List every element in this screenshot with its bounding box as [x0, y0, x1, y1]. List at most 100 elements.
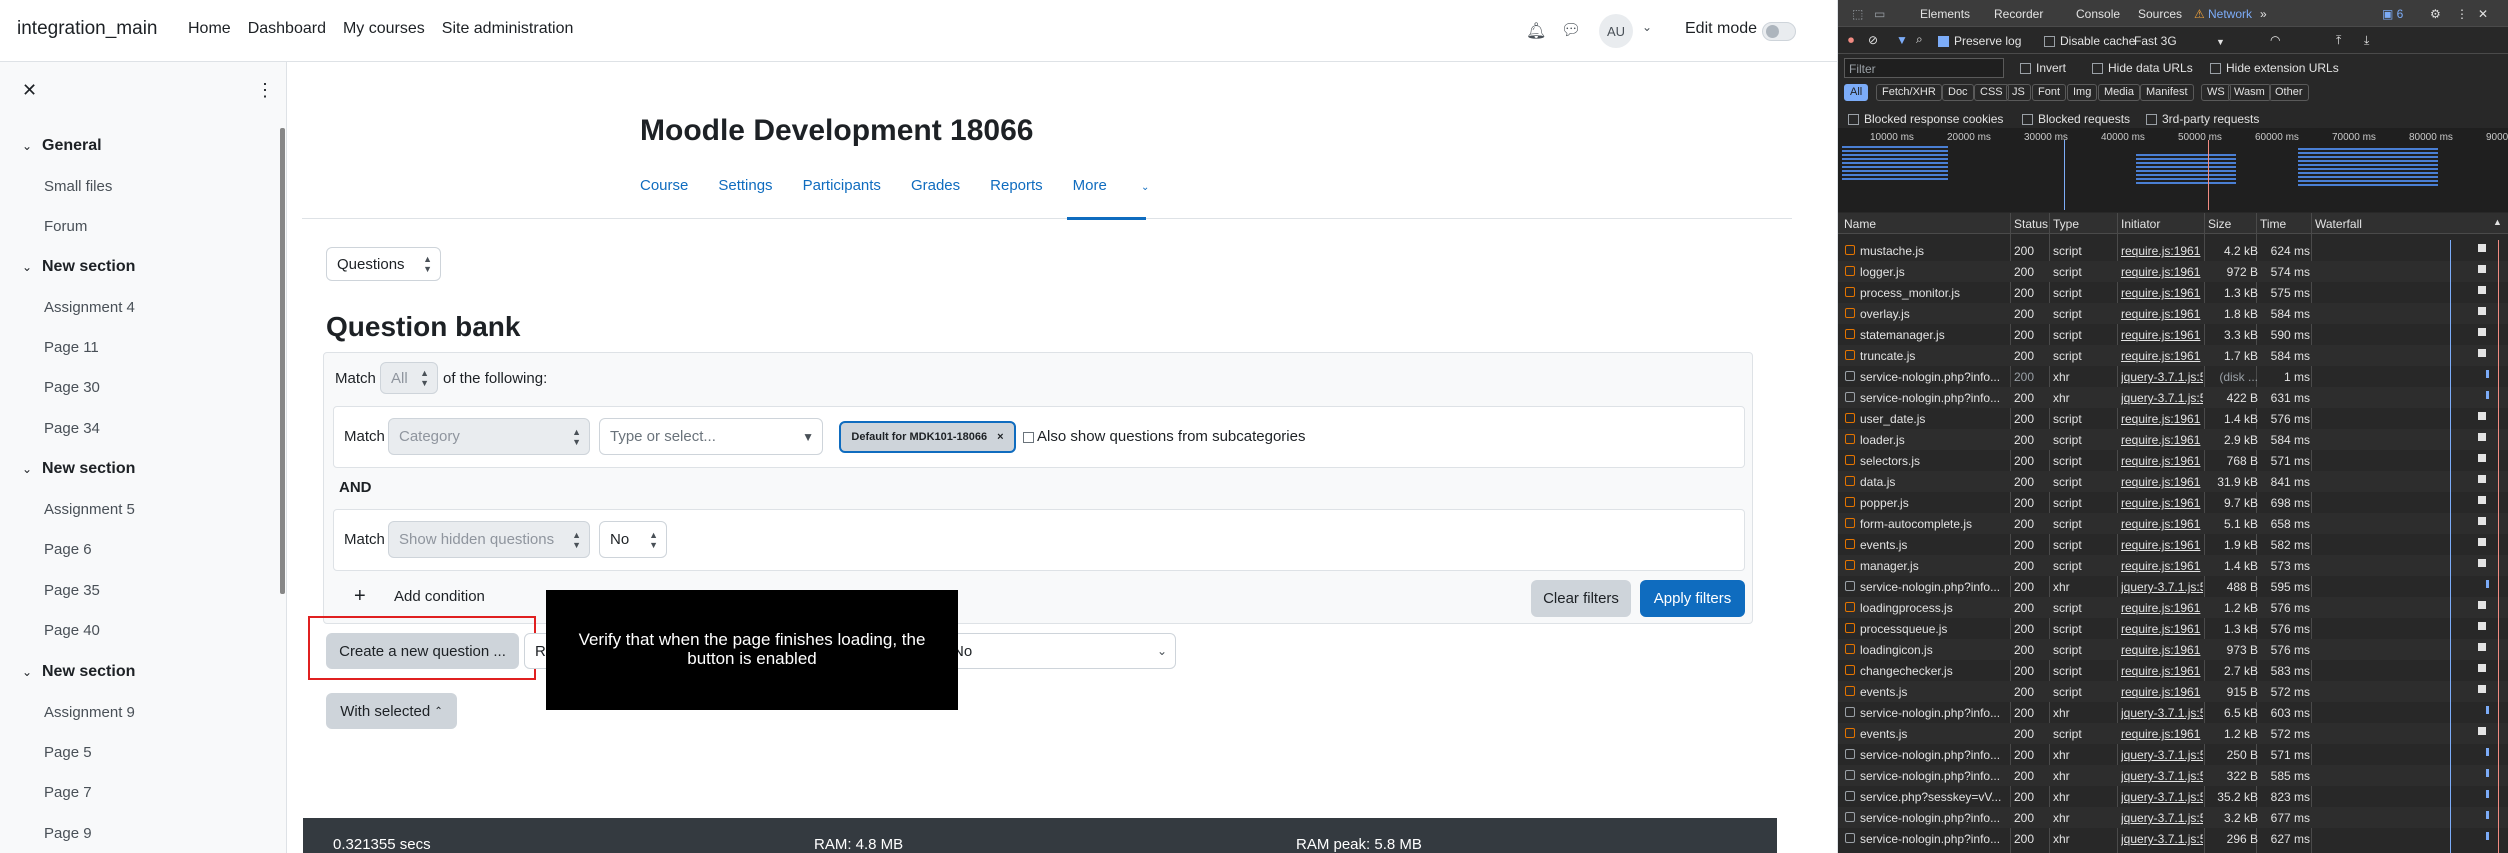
- wifi-icon[interactable]: ◠: [2270, 33, 2280, 47]
- plus-icon[interactable]: +: [354, 585, 366, 608]
- network-request-row[interactable]: mustache.js 200 script require.js:1961 4.2 k…: [1838, 240, 2508, 261]
- request-initiator[interactable]: require.js:1961: [2121, 664, 2203, 678]
- drawer-item[interactable]: Page 30: [44, 379, 100, 396]
- network-request-row[interactable]: events.js 200 script require.js:1961 1.9 kB 5…: [1838, 534, 2508, 555]
- request-initiator[interactable]: jquery-3.7.1.js:5: [2121, 580, 2203, 594]
- hidden-value-select[interactable]: No ▲ ▼: [599, 521, 667, 558]
- inspect-icon[interactable]: ⬚: [1852, 7, 1863, 21]
- type-filter-manifest[interactable]: Manifest: [2140, 84, 2194, 101]
- request-initiator[interactable]: require.js:1961: [2121, 727, 2203, 741]
- network-request-row[interactable]: popper.js 200 script require.js:1961 9.7 kB 6…: [1838, 492, 2508, 513]
- col-name[interactable]: Name: [1844, 217, 1876, 231]
- type-filter-font[interactable]: Font: [2032, 84, 2067, 101]
- with-selected-button[interactable]: With selected ⌃: [326, 693, 457, 729]
- apply-filters-button[interactable]: Apply filters: [1640, 580, 1745, 617]
- hidden-questions-select[interactable]: Show hidden questions ▲ ▼: [388, 521, 590, 558]
- drawer-item[interactable]: Page 35: [44, 582, 100, 599]
- request-initiator[interactable]: require.js:1961: [2121, 643, 2203, 657]
- network-request-row[interactable]: events.js 200 script require.js:1961 1.2 kB 5…: [1838, 723, 2508, 744]
- network-request-row[interactable]: form-autocomplete.js 200 script require.js:…: [1838, 513, 2508, 534]
- tab-more[interactable]: More ⌄: [1073, 177, 1180, 194]
- nav-my-courses[interactable]: My courses: [343, 20, 425, 38]
- invert-checkbox[interactable]: Invert: [2020, 61, 2066, 75]
- request-initiator[interactable]: require.js:1961: [2121, 622, 2203, 636]
- chevron-down-icon[interactable]: ⌄: [1642, 20, 1652, 34]
- tab-participants[interactable]: Participants: [803, 177, 881, 194]
- type-filter-media[interactable]: Media: [2098, 84, 2140, 101]
- tab-reports[interactable]: Reports: [990, 177, 1043, 194]
- network-request-row[interactable]: loadingicon.js 200 script require.js:1961 97…: [1838, 639, 2508, 660]
- upload-icon[interactable]: ⤒: [2336, 33, 2341, 48]
- drawer-scrollbar[interactable]: [280, 128, 285, 594]
- close-icon[interactable]: ✕: [2478, 7, 2488, 21]
- type-filter-xhr[interactable]: Fetch/XHR: [1876, 84, 1942, 101]
- drawer-section[interactable]: ⌄ New section: [22, 258, 135, 276]
- request-initiator[interactable]: require.js:1961: [2121, 328, 2203, 342]
- drawer-item[interactable]: Page 40: [44, 622, 100, 639]
- device-toolbar-icon[interactable]: ▭: [1874, 7, 1885, 21]
- drawer-item[interactable]: Page 11: [44, 339, 99, 356]
- col-initiator[interactable]: Initiator: [2121, 217, 2160, 231]
- nav-dashboard[interactable]: Dashboard: [248, 20, 326, 38]
- request-initiator[interactable]: require.js:1961: [2121, 559, 2203, 573]
- request-initiator[interactable]: jquery-3.7.1.js:5: [2121, 706, 2203, 720]
- tab-elements[interactable]: Elements: [1920, 7, 1970, 21]
- network-request-row[interactable]: manager.js 200 script require.js:1961 1.4 kB…: [1838, 555, 2508, 576]
- request-initiator[interactable]: require.js:1961: [2121, 454, 2203, 468]
- request-initiator[interactable]: require.js:1961: [2121, 244, 2203, 258]
- request-initiator[interactable]: jquery-3.7.1.js:5: [2121, 748, 2203, 762]
- request-initiator[interactable]: require.js:1961: [2121, 475, 2203, 489]
- network-request-row[interactable]: service-nologin.php?info... 200 xhr jquery-…: [1838, 765, 2508, 786]
- type-filter-all[interactable]: All: [1844, 84, 1869, 101]
- show-hidden-partial-select[interactable]: No ⌄: [948, 633, 1176, 669]
- record-icon[interactable]: ⏺: [1848, 33, 1854, 48]
- drawer-item[interactable]: Forum: [44, 218, 87, 235]
- drawer-item[interactable]: Page 34: [44, 420, 100, 437]
- col-time[interactable]: Time: [2260, 217, 2286, 231]
- request-initiator[interactable]: require.js:1961: [2121, 538, 2203, 552]
- col-size[interactable]: Size: [2208, 217, 2231, 231]
- type-filter-img[interactable]: Img: [2067, 84, 2098, 101]
- network-request-row[interactable]: data.js 200 script require.js:1961 31.9 kB 84…: [1838, 471, 2508, 492]
- more-tabs-icon[interactable]: »: [2260, 7, 2267, 21]
- qbank-nav-select[interactable]: Questions ▲ ▼: [326, 247, 441, 281]
- network-request-row[interactable]: loadingprocess.js 200 script require.js:196…: [1838, 597, 2508, 618]
- request-initiator[interactable]: require.js:1961: [2121, 286, 2203, 300]
- network-request-row[interactable]: service-nologin.php?info... 200 xhr jquery-…: [1838, 576, 2508, 597]
- network-request-row[interactable]: service-nologin.php?info... 200 xhr jquery-…: [1838, 828, 2508, 849]
- network-request-row[interactable]: loader.js 200 script require.js:1961 2.9 kB 5…: [1838, 429, 2508, 450]
- filter-icon[interactable]: ▼: [1896, 33, 1908, 47]
- blocked-requests-checkbox[interactable]: Blocked requests: [2022, 112, 2130, 126]
- clear-icon[interactable]: ⊘: [1868, 33, 1878, 47]
- drawer-item[interactable]: Page 5: [44, 744, 92, 761]
- request-initiator[interactable]: jquery-3.7.1.js:5: [2121, 832, 2203, 846]
- drawer-item[interactable]: Small files: [44, 178, 112, 195]
- request-initiator[interactable]: require.js:1961: [2121, 601, 2203, 615]
- kebab-menu-icon[interactable]: ⋮: [256, 80, 274, 101]
- blocked-cookies-checkbox[interactable]: Blocked response cookies: [1848, 112, 2003, 126]
- network-request-row[interactable]: changechecker.js 200 script require.js:1961…: [1838, 660, 2508, 681]
- col-waterfall[interactable]: Waterfall: [2315, 217, 2362, 231]
- third-party-checkbox[interactable]: 3rd-party requests: [2146, 112, 2259, 126]
- issues-icon[interactable]: ▣ 6: [2382, 7, 2403, 21]
- drawer-item[interactable]: Page 9: [44, 825, 92, 842]
- download-icon[interactable]: ⤓: [2364, 33, 2369, 48]
- network-request-row[interactable]: service-nologin.php?info... 200 xhr jquery-…: [1838, 366, 2508, 387]
- gear-icon[interactable]: ⚙: [2430, 7, 2441, 21]
- nav-site-admin[interactable]: Site administration: [442, 20, 574, 38]
- request-initiator[interactable]: require.js:1961: [2121, 517, 2203, 531]
- network-request-row[interactable]: statemanager.js 200 script require.js:1961 3…: [1838, 324, 2508, 345]
- drawer-item[interactable]: Page 6: [44, 541, 92, 558]
- request-initiator[interactable]: require.js:1961: [2121, 685, 2203, 699]
- category-chip[interactable]: Default for MDK101-18066 ×: [839, 421, 1016, 453]
- tab-sources[interactable]: Sources: [2138, 7, 2182, 21]
- tab-grades[interactable]: Grades: [911, 177, 960, 194]
- type-filter-other[interactable]: Other: [2269, 84, 2309, 101]
- avatar[interactable]: AU: [1599, 14, 1633, 48]
- tab-settings[interactable]: Settings: [718, 177, 772, 194]
- network-request-row[interactable]: service-nologin.php?info... 200 xhr jquery-…: [1838, 744, 2508, 765]
- network-request-row[interactable]: process_monitor.js 200 script require.js:19…: [1838, 282, 2508, 303]
- request-initiator[interactable]: jquery-3.7.1.js:5: [2121, 790, 2203, 804]
- request-initiator[interactable]: require.js:1961: [2121, 349, 2203, 363]
- request-initiator[interactable]: require.js:1961: [2121, 496, 2203, 510]
